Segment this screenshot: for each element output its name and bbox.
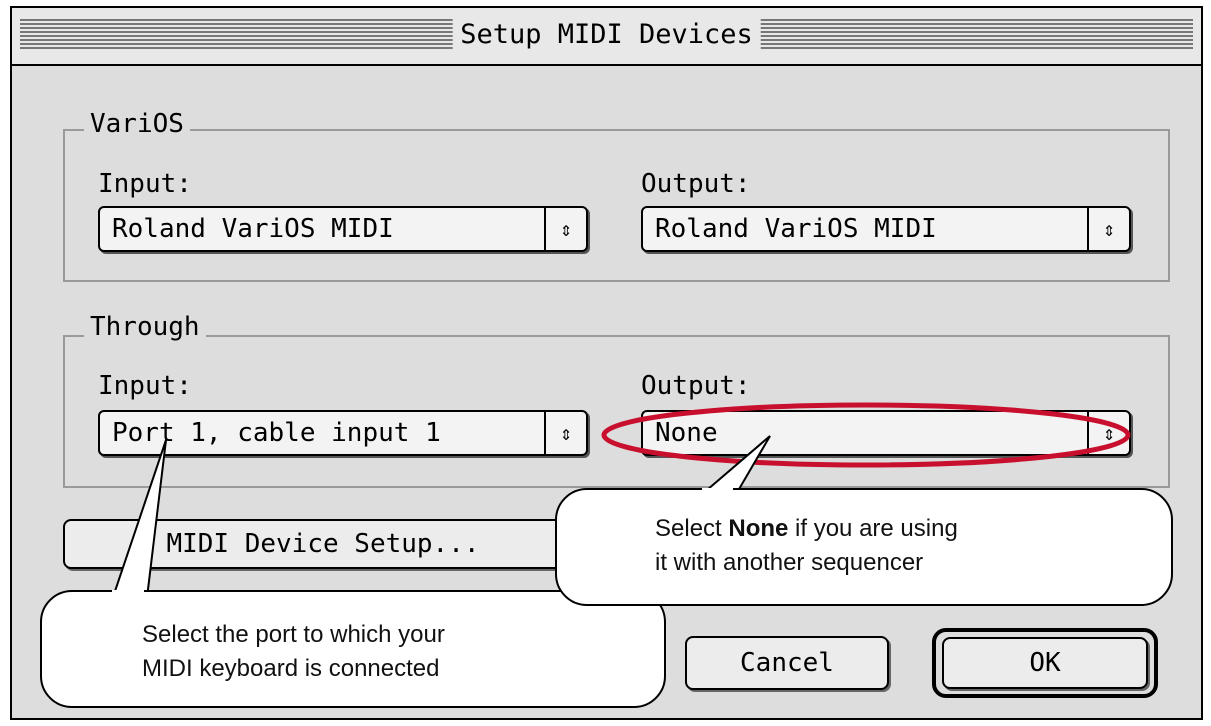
window-title: Setup MIDI Devices bbox=[452, 17, 761, 53]
through-input-label: Input: bbox=[98, 371, 192, 401]
popup-arrows-icon: ⇕ bbox=[1087, 412, 1129, 454]
through-output-value: None bbox=[655, 418, 718, 448]
none-note-bold: None bbox=[728, 515, 789, 542]
callout-port-note: Select the port to which your MIDI keybo… bbox=[40, 590, 666, 708]
none-note-line2: it with another sequencer bbox=[655, 549, 924, 576]
varios-group-label: VariOS bbox=[84, 108, 190, 140]
through-output-label: Output: bbox=[641, 371, 751, 401]
through-group-label: Through bbox=[84, 311, 206, 343]
through-output-popup[interactable]: None ⇕ bbox=[641, 410, 1131, 456]
none-note-prefix: Select bbox=[655, 515, 729, 542]
varios-output-label: Output: bbox=[641, 169, 751, 199]
varios-input-popup[interactable]: Roland VariOS MIDI ⇕ bbox=[98, 206, 588, 252]
through-input-value: Port 1, cable input 1 bbox=[112, 418, 441, 448]
varios-input-label: Input: bbox=[98, 169, 192, 199]
cancel-button[interactable]: Cancel bbox=[685, 636, 889, 690]
popup-arrows-icon: ⇕ bbox=[544, 208, 586, 250]
varios-input-value: Roland VariOS MIDI bbox=[112, 214, 394, 244]
callout-none-note: Select None if you are using it with ano… bbox=[555, 488, 1173, 606]
port-note-line2: MIDI keyboard is connected bbox=[142, 655, 440, 682]
port-note-line1: Select the port to which your bbox=[142, 621, 445, 648]
varios-output-value: Roland VariOS MIDI bbox=[655, 214, 937, 244]
midi-device-setup-button[interactable]: MIDI Device Setup... bbox=[63, 519, 583, 569]
ok-button[interactable]: OK bbox=[942, 637, 1148, 689]
none-note-line1: Select None if you are using bbox=[655, 512, 1171, 546]
through-input-popup[interactable]: Port 1, cable input 1 ⇕ bbox=[98, 410, 588, 456]
none-note-suffix: if you are using bbox=[788, 515, 958, 542]
varios-output-popup[interactable]: Roland VariOS MIDI ⇕ bbox=[641, 206, 1131, 252]
popup-arrows-icon: ⇕ bbox=[1087, 208, 1129, 250]
title-bar[interactable]: Setup MIDI Devices bbox=[12, 8, 1201, 66]
popup-arrows-icon: ⇕ bbox=[544, 412, 586, 454]
